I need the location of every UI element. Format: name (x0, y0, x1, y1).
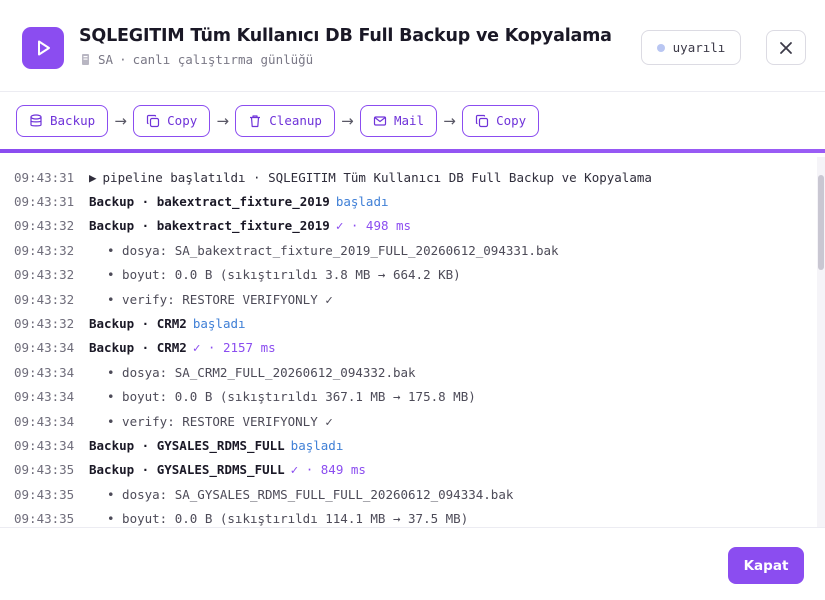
subtitle-separator: · (119, 52, 127, 67)
log-message: Backup · CRM2 (89, 316, 187, 332)
status-badge: uyarılı (641, 30, 741, 65)
log-tag-started: başladı (290, 437, 344, 453)
step-label: Mail (393, 113, 425, 128)
log-timestamp: 09:43:34 (14, 389, 75, 405)
log-timestamp: 09:43:32 (14, 242, 75, 258)
play-icon: ▶ (89, 169, 97, 185)
modal-header: SQLEGITIM Tüm Kullanıcı DB Full Backup v… (0, 0, 825, 92)
log-line: 09:43:35 Backup · GYSALES_RDMS_FULL ✓ · … (0, 458, 825, 482)
log-message: Backup · GYSALES_RDMS_FULL (89, 437, 285, 453)
log-line: 09:43:31 Backup · bakextract_fixture_201… (0, 189, 825, 213)
subtitle-user: SA (98, 52, 114, 67)
log-tag-started: başladı (335, 194, 389, 210)
log-message: Backup · GYSALES_RDMS_FULL (89, 462, 285, 478)
log-line: 09:43:32 Backup · CRM2 başladı (0, 311, 825, 335)
log-detail: • dosya: SA_bakextract_fixture_2019_FULL… (107, 242, 559, 258)
close-dialog-button[interactable]: Kapat (728, 547, 804, 584)
step-backup[interactable]: Backup (16, 104, 109, 137)
log-output: 09:43:31 ▶ pipeline başlatıldı · SQLEGITI… (0, 153, 825, 527)
log-timestamp: 09:43:34 (14, 364, 75, 380)
log-timestamp: 09:43:31 (14, 169, 75, 185)
close-button[interactable] (766, 30, 806, 65)
log-timestamp: 09:43:34 (14, 340, 75, 356)
log-line: 09:43:31 ▶ pipeline başlatıldı · SQLEGITI… (0, 165, 825, 189)
log-line: 09:43:35 • dosya: SA_GYSALES_RDMS_FULL_F… (0, 482, 825, 506)
log-timestamp: 09:43:32 (14, 316, 75, 332)
log-detail: • dosya: SA_CRM2_FULL_20260612_094332.ba… (107, 364, 416, 380)
log-tag-done: ✓ · 2157 ms (192, 340, 276, 356)
modal-title: SQLEGITIM Tüm Kullanıcı DB Full Backup v… (79, 26, 612, 46)
log-timestamp: 09:43:32 (14, 291, 75, 307)
step-arrow: → (443, 111, 456, 130)
subtitle-text: canlı çalıştırma günlüğü (132, 52, 314, 67)
log-timestamp: 09:43:32 (14, 218, 75, 234)
mail-icon (373, 115, 387, 126)
log-detail: • verify: RESTORE VERIFYONLY ✓ (107, 291, 333, 307)
database-icon (79, 53, 92, 66)
log-message: Backup · CRM2 (89, 340, 187, 356)
log-line: 09:43:32 • dosya: SA_bakextract_fixture_… (0, 238, 825, 262)
status-label: uyarılı (672, 40, 726, 55)
trash-icon (250, 114, 261, 127)
close-icon (780, 41, 792, 54)
log-line: 09:43:34 • verify: RESTORE VERIFYONLY ✓ (0, 409, 825, 433)
step-label: Copy (496, 113, 527, 128)
log-timestamp: 09:43:34 (14, 413, 75, 429)
log-scrollbar-thumb[interactable] (818, 175, 824, 270)
log-line: 09:43:34 Backup · CRM2 ✓ · 2157 ms (0, 336, 825, 360)
database-icon (30, 113, 42, 126)
log-tag-done: ✓ · 849 ms (290, 462, 366, 478)
step-arrow: → (341, 111, 354, 130)
log-modal: SQLEGITIM Tüm Kullanıcı DB Full Backup v… (0, 0, 825, 600)
copy-icon (147, 114, 160, 127)
log-line: 09:43:32 • verify: RESTORE VERIFYONLY ✓ (0, 287, 825, 311)
pipeline-steps: Backup → Copy → Cleanup → Mail → Copy (0, 92, 825, 149)
log-message: ▶ pipeline başlatıldı · SQLEGITIM Tüm Kul… (89, 169, 652, 185)
log-message: Backup · bakextract_fixture_2019 (89, 218, 330, 234)
log-line: 09:43:34 • dosya: SA_CRM2_FULL_20260612_… (0, 360, 825, 384)
step-label: Backup (50, 113, 96, 128)
log-timestamp: 09:43:35 (14, 511, 75, 527)
log-timestamp: 09:43:31 (14, 194, 75, 210)
modal-subtitle: SA · canlı çalıştırma günlüğü (79, 52, 313, 67)
step-cleanup[interactable]: Cleanup (235, 104, 335, 137)
step-label: Copy (167, 113, 198, 128)
log-detail: • verify: RESTORE VERIFYONLY ✓ (107, 413, 333, 429)
log-message: Backup · bakextract_fixture_2019 (89, 194, 330, 210)
status-dot-icon (656, 43, 665, 52)
play-icon (22, 27, 64, 69)
log-detail: • boyut: 0.0 B (sıkıştırıldı 367.1 MB → … (107, 389, 476, 405)
log-line: 09:43:35 • boyut: 0.0 B (sıkıştırıldı 11… (0, 506, 825, 527)
step-arrow: → (216, 111, 230, 130)
step-mail[interactable]: Mail (359, 104, 438, 137)
modal-footer: Kapat (0, 527, 825, 600)
log-timestamp: 09:43:34 (14, 437, 75, 453)
log-line: 09:43:34 Backup · GYSALES_RDMS_FULL başl… (0, 433, 825, 457)
step-label: Cleanup (269, 113, 322, 128)
log-line: 09:43:32 Backup · bakextract_fixture_201… (0, 214, 825, 238)
log-detail: • dosya: SA_GYSALES_RDMS_FULL_FULL_20260… (107, 486, 514, 502)
log-line: 09:43:32 • boyut: 0.0 B (sıkıştırıldı 3.… (0, 263, 825, 287)
log-detail: • boyut: 0.0 B (sıkıştırıldı 3.8 MB → 66… (107, 267, 461, 283)
log-detail: • boyut: 0.0 B (sıkıştırıldı 114.1 MB → … (107, 511, 469, 527)
log-timestamp: 09:43:35 (14, 486, 75, 502)
log-tag-started: başladı (192, 316, 246, 332)
log-line: 09:43:34 • boyut: 0.0 B (sıkıştırıldı 36… (0, 385, 825, 409)
step-arrow: → (114, 111, 127, 130)
step-copy[interactable]: Copy (133, 104, 211, 137)
log-tag-done: ✓ · 498 ms (335, 218, 412, 234)
log-timestamp: 09:43:35 (14, 462, 75, 478)
log-timestamp: 09:43:32 (14, 267, 75, 283)
step-copy-2[interactable]: Copy (462, 104, 540, 137)
copy-icon (475, 114, 489, 127)
